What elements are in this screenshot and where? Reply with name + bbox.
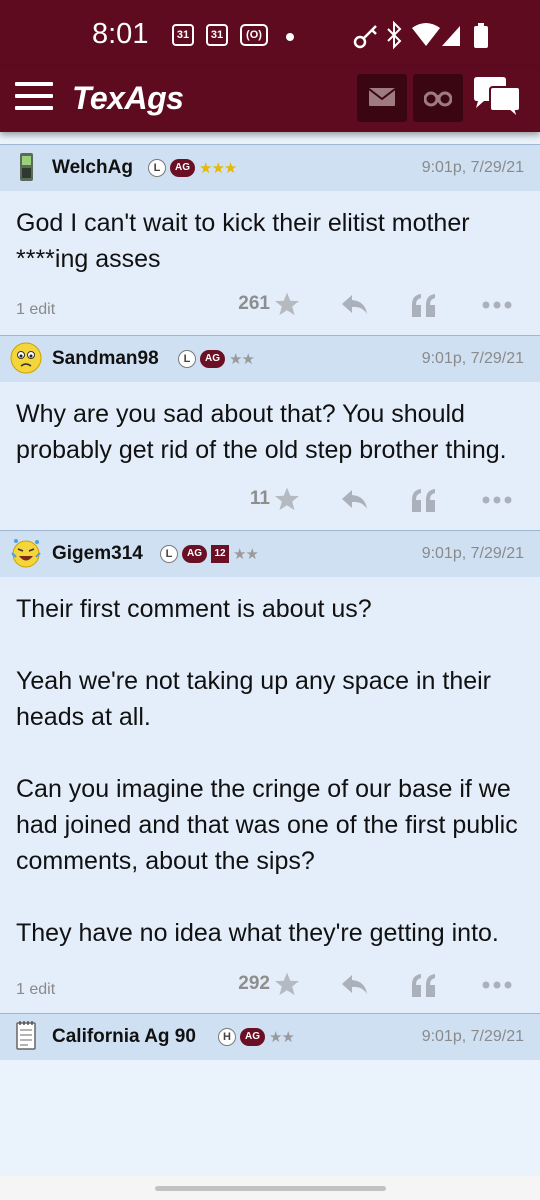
sad-face-icon xyxy=(10,342,42,374)
battery-icon xyxy=(474,23,488,48)
rating[interactable]: 261 xyxy=(238,291,300,317)
12th-man-badge: 12 xyxy=(211,545,229,563)
post-body: God I can't wait to kick their elitist m… xyxy=(0,191,540,277)
user-badges: L AG 12 ★★ xyxy=(160,545,259,563)
rating[interactable]: 292 xyxy=(238,971,300,997)
lifetime-badge: L xyxy=(148,159,166,177)
wifi-icon xyxy=(412,23,440,46)
star-icon xyxy=(275,487,299,511)
more-options-icon[interactable] xyxy=(482,981,512,989)
quote-icon[interactable] xyxy=(410,973,438,999)
post: California Ag 90 H AG ★★ 9:01p, 7/29/21 xyxy=(0,1013,540,1060)
lifetime-badge: L xyxy=(178,350,196,368)
more-options-icon[interactable] xyxy=(482,301,512,309)
user-badges: H AG ★★ xyxy=(218,1028,295,1046)
quote-icon[interactable] xyxy=(410,488,438,514)
screen-record-icon: (O) xyxy=(240,24,268,46)
post-body: Why are you sad about that? You should p… xyxy=(0,382,540,468)
username[interactable]: WelchAg xyxy=(52,157,133,179)
envelope-icon xyxy=(368,88,396,106)
lifetime-badge: L xyxy=(160,545,178,563)
phone-icon xyxy=(20,153,33,181)
post-timestamp: 9:01p, 7/29/21 xyxy=(421,1028,524,1045)
post-footer: 1 edit 292 xyxy=(0,951,540,1013)
rating-count: 292 xyxy=(238,973,270,994)
vpn-key-icon xyxy=(353,25,377,49)
rating[interactable]: 11 xyxy=(250,486,300,512)
thread-posts: WelchAg L AG ★★★ 9:01p, 7/29/21 God I ca… xyxy=(0,132,540,1176)
binoculars-icon xyxy=(424,91,452,107)
rating-count: 11 xyxy=(249,488,270,509)
status-time: 8:01 xyxy=(92,18,149,50)
ag-badge: AG xyxy=(200,350,225,368)
rating-count: 261 xyxy=(238,293,270,314)
star-icon xyxy=(275,972,299,996)
post-header: Gigem314 L AG 12 ★★ 9:01p, 7/29/21 xyxy=(0,531,540,577)
status-bar: 8:01 31 31 (O) xyxy=(0,0,540,68)
chat-button[interactable] xyxy=(472,76,522,124)
post-footer: 11 xyxy=(0,468,540,530)
post: WelchAg L AG ★★★ 9:01p, 7/29/21 God I ca… xyxy=(0,144,540,335)
ag-badge: AG xyxy=(170,159,195,177)
app-header: TexAgs xyxy=(0,68,540,132)
menu-icon[interactable] xyxy=(15,82,53,112)
post-timestamp: 9:01p, 7/29/21 xyxy=(421,350,524,367)
username[interactable]: California Ag 90 xyxy=(52,1026,196,1048)
home-gesture-handle[interactable] xyxy=(155,1186,386,1191)
user-badges: L AG ★★★ xyxy=(148,159,237,177)
navigation-bar xyxy=(0,1176,540,1200)
honor-badge: H xyxy=(218,1028,236,1046)
quote-icon[interactable] xyxy=(410,293,438,319)
watch-button[interactable] xyxy=(413,74,463,122)
star-rank: ★★ xyxy=(269,1028,295,1046)
post-timestamp: 9:01p, 7/29/21 xyxy=(421,159,524,176)
bluetooth-icon xyxy=(387,20,402,50)
more-notifications-dot xyxy=(286,33,294,41)
status-icons xyxy=(352,20,502,54)
ag-badge: AG xyxy=(240,1028,265,1046)
post-timestamp: 9:01p, 7/29/21 xyxy=(421,545,524,562)
notepad-icon xyxy=(16,1021,36,1050)
chat-bubbles-icon xyxy=(474,77,521,121)
edit-note[interactable]: 1 edit xyxy=(16,301,55,319)
messages-button[interactable] xyxy=(357,74,407,122)
post-header: Sandman98 L AG ★★ 9:01p, 7/29/21 xyxy=(0,336,540,382)
post-footer: 1 edit 261 xyxy=(0,277,540,335)
app-logo[interactable]: TexAgs xyxy=(72,80,184,117)
post: Sandman98 L AG ★★ 9:01p, 7/29/21 Why are… xyxy=(0,335,540,530)
ag-badge: AG xyxy=(182,545,207,563)
edit-note[interactable]: 1 edit xyxy=(16,981,55,999)
star-rank: ★★★ xyxy=(199,159,237,177)
signal-icon xyxy=(442,26,460,46)
user-badges: L AG ★★ xyxy=(178,350,255,368)
star-rank: ★★ xyxy=(233,545,259,563)
username[interactable]: Gigem314 xyxy=(52,543,143,565)
calendar-notification-icon: 31 xyxy=(206,24,228,46)
reply-icon[interactable] xyxy=(340,488,368,512)
post-body: Their first comment is about us? Yeah we… xyxy=(0,577,540,951)
post: Gigem314 L AG 12 ★★ 9:01p, 7/29/21 Their… xyxy=(0,530,540,1013)
more-options-icon[interactable] xyxy=(482,496,512,504)
star-rank: ★★ xyxy=(229,350,255,368)
reply-icon[interactable] xyxy=(340,293,368,317)
calendar-notification-icon: 31 xyxy=(172,24,194,46)
reply-icon[interactable] xyxy=(340,973,368,997)
post-header: California Ag 90 H AG ★★ 9:01p, 7/29/21 xyxy=(0,1014,540,1060)
laughing-face-icon xyxy=(11,539,41,568)
username[interactable]: Sandman98 xyxy=(52,348,159,370)
star-icon xyxy=(275,292,299,316)
post-header: WelchAg L AG ★★★ 9:01p, 7/29/21 xyxy=(0,145,540,191)
